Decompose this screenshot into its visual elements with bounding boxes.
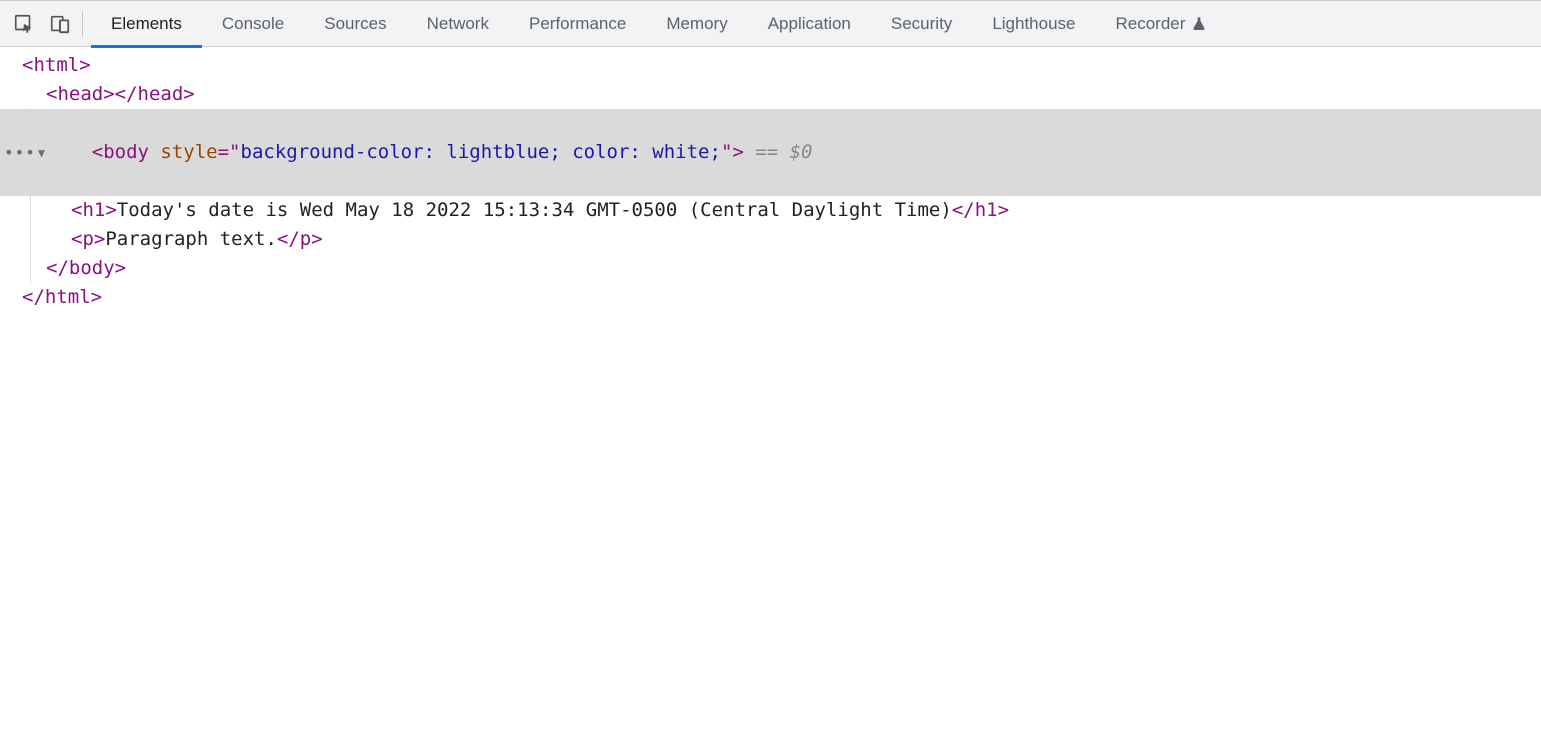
tab-label: Recorder <box>1116 14 1186 34</box>
dom-node-head[interactable]: <head></head> <box>0 80 1541 109</box>
tab-label: Performance <box>529 14 626 34</box>
flask-icon <box>1191 16 1207 32</box>
tab-recorder[interactable]: Recorder <box>1096 0 1228 47</box>
tab-console[interactable]: Console <box>202 0 304 47</box>
tab-sources[interactable]: Sources <box>304 0 406 47</box>
device-toggle-icon[interactable] <box>42 0 78 47</box>
tab-security[interactable]: Security <box>871 0 972 47</box>
tab-elements[interactable]: Elements <box>91 0 202 47</box>
tab-label: Network <box>427 14 489 34</box>
expand-caret-icon[interactable]: ▼ <box>38 147 45 159</box>
tab-memory[interactable]: Memory <box>646 0 747 47</box>
tab-label: Memory <box>666 14 727 34</box>
tab-label: Sources <box>324 14 386 34</box>
tab-performance[interactable]: Performance <box>509 0 646 47</box>
tab-label: Lighthouse <box>992 14 1075 34</box>
tab-label: Application <box>768 14 851 34</box>
devtools-tabs: Elements Console Sources Network Perform… <box>91 0 1227 47</box>
tab-network[interactable]: Network <box>407 0 509 47</box>
dom-node-html-close[interactable]: </html> <box>0 283 1541 312</box>
selected-row-gutter: ••• ▼ <box>0 109 46 196</box>
console-reference-annotation: == $0 <box>744 141 813 163</box>
tab-label: Elements <box>111 14 182 34</box>
elements-dom-tree[interactable]: <html> <head></head> ••• ▼ <body style="… <box>0 47 1541 312</box>
inspect-element-icon[interactable] <box>6 0 42 47</box>
dom-node-h1[interactable]: <h1>Today's date is Wed May 18 2022 15:1… <box>0 196 1541 225</box>
dom-node-html-open[interactable]: <html> <box>0 51 1541 80</box>
tab-lighthouse[interactable]: Lighthouse <box>972 0 1095 47</box>
toolbar-divider <box>82 11 83 37</box>
ellipsis-icon[interactable]: ••• <box>4 145 36 161</box>
dom-node-body-open[interactable]: ••• ▼ <body style="background-color: lig… <box>0 109 1541 196</box>
dom-node-p[interactable]: <p>Paragraph text.</p> <box>0 225 1541 254</box>
tab-label: Console <box>222 14 284 34</box>
tab-label: Security <box>891 14 952 34</box>
devtools-toolbar: Elements Console Sources Network Perform… <box>0 0 1541 47</box>
dom-node-body-close[interactable]: </body> <box>0 254 1541 283</box>
tab-application[interactable]: Application <box>748 0 871 47</box>
